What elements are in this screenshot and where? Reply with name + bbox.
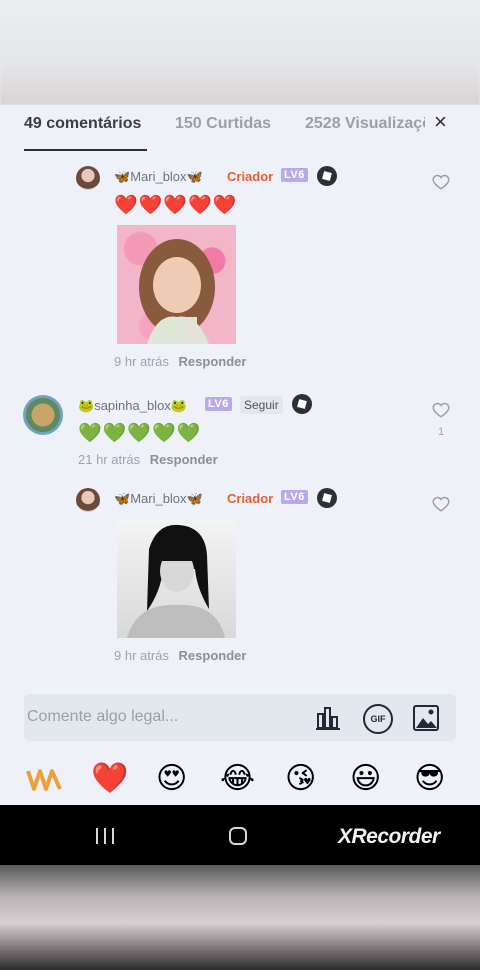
comment-input-placeholder: Comente algo legal... — [27, 708, 179, 725]
avatar[interactable] — [76, 166, 100, 190]
butterfly-icon: 🦋 — [114, 169, 131, 184]
recents-icon[interactable] — [94, 826, 116, 846]
image-icon[interactable] — [412, 704, 440, 732]
xrecorder-watermark: XRecorder — [338, 825, 440, 848]
frog-icon: 🐸 — [170, 398, 187, 413]
comment-meta: 9 hr atrás Responder — [114, 648, 246, 663]
tab-bar: 49 comentários 150 Curtidas 2528 Visuali… — [0, 105, 480, 155]
comment-meta: 9 hr atrás Responder — [114, 354, 246, 369]
username[interactable]: 🦋Mari_blox🦋 — [114, 491, 203, 507]
close-icon[interactable]: × — [434, 111, 447, 133]
creator-badge: Criador — [227, 169, 274, 184]
butterfly-icon: 🦋 — [186, 491, 203, 506]
username[interactable]: 🦋Mari_blox🦋 — [114, 169, 203, 185]
level-badge: LV6 — [281, 490, 308, 504]
heart-eyes-emoji-icon[interactable]: 😍 — [156, 761, 187, 797]
tab-views-wrap: 2528 Visualizações — [305, 115, 425, 137]
roblox-icon — [317, 488, 337, 508]
username-text: Mari_blox — [130, 169, 187, 184]
reply-button[interactable]: Responder — [150, 452, 218, 467]
comment-image[interactable] — [117, 519, 236, 638]
tab-likes[interactable]: 150 Curtidas — [175, 115, 271, 133]
background-blurred-bottom — [0, 865, 480, 970]
butterfly-icon: 🦋 — [114, 491, 131, 506]
gif-icon[interactable]: GIF — [363, 704, 393, 734]
username-text: sapinha_blox — [94, 398, 171, 413]
heart-emoji-icon[interactable]: ❤️ — [91, 761, 128, 797]
heart-outline-icon[interactable] — [432, 173, 450, 191]
tab-views[interactable]: 2528 Visualizações — [305, 115, 425, 132]
home-icon[interactable] — [228, 826, 248, 846]
roblox-icon — [292, 394, 312, 414]
creator-badge: Criador — [227, 491, 274, 506]
avatar[interactable] — [76, 488, 100, 512]
girl-portrait-image — [139, 239, 215, 344]
comment-text: 💚💚💚💚💚 — [78, 423, 202, 444]
emoji-bar: ❤️ 😍 😂 😘 😃 😎 — [0, 757, 480, 805]
vk-sticker-icon[interactable] — [26, 765, 62, 795]
timestamp: 9 hr atrás — [114, 354, 169, 369]
reply-button[interactable]: Responder — [179, 354, 247, 369]
comment-meta: 21 hr atrás Responder — [78, 452, 218, 467]
timestamp: 9 hr atrás — [114, 648, 169, 663]
comment-input[interactable]: Comente algo legal... GIF — [24, 694, 456, 741]
sunglasses-emoji-icon[interactable]: 😎 — [414, 761, 445, 797]
bw-portrait-image — [127, 524, 225, 638]
heart-outline-icon[interactable] — [432, 401, 450, 419]
avatar[interactable] — [23, 395, 63, 435]
system-nav-bar: XRecorder — [0, 805, 480, 865]
kiss-emoji-icon[interactable]: 😘 — [285, 761, 316, 797]
comment-image[interactable] — [117, 225, 236, 344]
level-badge: LV6 — [205, 397, 232, 411]
frog-icon: 🐸 — [78, 398, 95, 413]
timestamp: 21 hr atrás — [78, 452, 141, 467]
level-badge: LV6 — [281, 168, 308, 182]
username-text: Mari_blox — [130, 491, 187, 506]
reply-button[interactable]: Responder — [179, 648, 247, 663]
butterfly-icon: 🦋 — [186, 169, 203, 184]
heart-outline-icon[interactable] — [432, 495, 450, 513]
background-blurred-top — [0, 0, 480, 105]
tab-comments[interactable]: 49 comentários — [24, 115, 141, 133]
laughing-emoji-icon[interactable]: 😂 — [220, 761, 255, 797]
username[interactable]: 🐸sapinha_blox🐸 — [78, 398, 187, 414]
comment-text: ❤️❤️❤️❤️❤️ — [114, 195, 238, 216]
follow-button[interactable]: Seguir — [240, 396, 283, 414]
like-count: 1 — [438, 426, 445, 438]
bar-chart-icon[interactable] — [314, 704, 342, 732]
smile-emoji-icon[interactable]: 😃 — [350, 761, 381, 797]
roblox-icon — [317, 166, 337, 186]
comments-sheet: 49 comentários 150 Curtidas 2528 Visuali… — [0, 105, 480, 805]
tab-underline — [24, 149, 147, 151]
